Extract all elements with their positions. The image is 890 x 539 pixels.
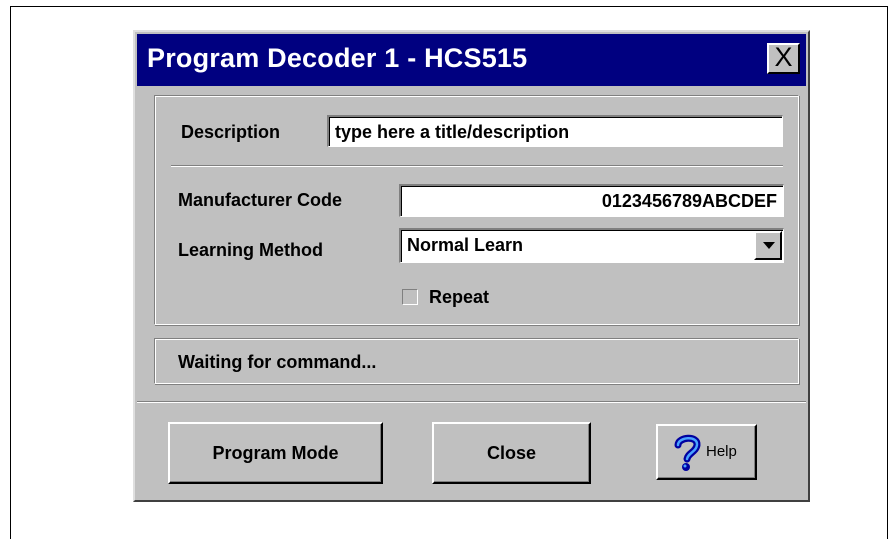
learning-method-select[interactable]: Normal Learn [399, 228, 784, 263]
window-title: Program Decoder 1 - HCS515 [147, 43, 528, 73]
description-input[interactable]: type here a title/description [327, 115, 783, 147]
status-text: Waiting for command... [178, 352, 377, 372]
close-button[interactable]: Close [432, 422, 591, 484]
title-bar[interactable]: Program Decoder 1 - HCS515 X [137, 34, 806, 86]
program-mode-button[interactable]: Program Mode [168, 422, 383, 484]
learning-method-label: Learning Method [178, 240, 323, 260]
close-icon: X [774, 42, 793, 72]
dropdown-button[interactable] [754, 231, 782, 260]
help-button[interactable]: Help [656, 424, 757, 480]
program-decoder-dialog: Program Decoder 1 - HCS515 X Description… [133, 30, 810, 502]
help-label: Help [706, 443, 737, 460]
repeat-checkbox[interactable] [402, 289, 418, 305]
learning-method-value: Normal Learn [407, 235, 524, 255]
group-divider [171, 165, 783, 167]
manufacturer-code-input[interactable]: 0123456789ABCDEF [399, 184, 784, 217]
chevron-down-icon [763, 242, 775, 249]
description-label: Description [181, 122, 281, 142]
question-mark-icon [674, 434, 701, 471]
button-separator [137, 401, 806, 403]
repeat-label: Repeat [429, 287, 490, 307]
close-window-button[interactable]: X [767, 43, 800, 74]
manufacturer-code-label: Manufacturer Code [178, 190, 343, 210]
